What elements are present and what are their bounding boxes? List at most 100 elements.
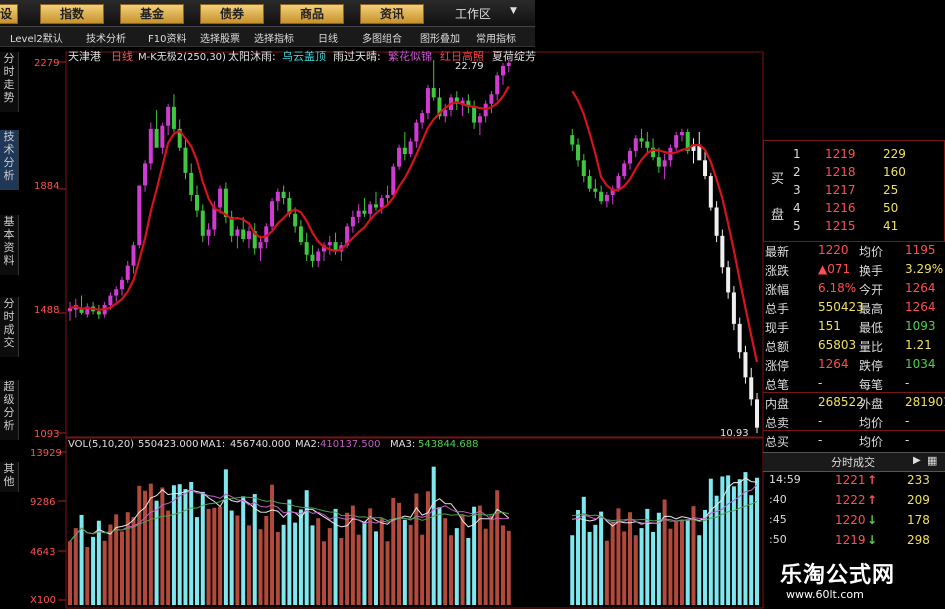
book-level: 4 xyxy=(793,201,801,215)
legend-item-2: 乌云盖顶 xyxy=(282,49,326,63)
volume-bar xyxy=(703,509,708,605)
volume-bar xyxy=(391,497,396,605)
stat-label: 总买 xyxy=(765,435,790,449)
candle-body xyxy=(241,229,246,239)
volume-ma2-label: MA2: xyxy=(295,439,320,450)
volume-bar xyxy=(454,528,459,605)
candle-body xyxy=(616,176,621,189)
candle-body xyxy=(443,110,448,117)
trades-grid-icon[interactable]: ▦ xyxy=(927,454,937,467)
trades-header: 分时成交 ▶ ▦ xyxy=(763,452,945,472)
volume-bar xyxy=(708,478,713,605)
volume-bar xyxy=(73,528,78,605)
volume-bar xyxy=(85,547,90,605)
volume-bar xyxy=(506,530,511,605)
volume-bar xyxy=(67,541,73,605)
volume-bar xyxy=(258,529,263,605)
volume-bar xyxy=(183,489,188,605)
candle-body xyxy=(431,87,436,98)
stat-value-2: - xyxy=(905,414,910,428)
candle-body xyxy=(587,176,592,189)
volume-bar xyxy=(362,521,367,605)
stat-value: - xyxy=(818,376,823,390)
volume-ma2-value: 410137.500 xyxy=(320,439,380,450)
volume-bar xyxy=(310,525,315,605)
stat-label-2: 均价 xyxy=(859,245,884,259)
volume-bar xyxy=(137,485,142,605)
volume-bar xyxy=(270,484,275,605)
candle-body xyxy=(281,191,286,199)
candle-body xyxy=(96,311,101,315)
volume-bar xyxy=(483,528,488,605)
order-book-row: 4 1216 50 xyxy=(763,200,945,217)
volume-bar xyxy=(166,510,171,605)
volume-bar xyxy=(731,486,736,605)
legend-item-4: 繁花似锦 xyxy=(388,49,432,63)
candle-body xyxy=(131,245,136,266)
volume-bar xyxy=(437,507,442,605)
volume-bar xyxy=(460,514,465,605)
stat-value-2: 1.21 xyxy=(905,338,932,352)
stat-value-2: - xyxy=(905,376,910,390)
volume-bar xyxy=(368,508,373,605)
volume-bar xyxy=(754,477,760,605)
volume-bar xyxy=(125,512,130,605)
volume-bar xyxy=(327,528,332,605)
book-qty: 50 xyxy=(883,201,899,215)
legend-indicator: M-K无极2(250,30) xyxy=(138,50,226,63)
candle-body xyxy=(114,289,119,296)
stat-label-2: 最高 xyxy=(859,302,884,316)
book-qty: 41 xyxy=(883,219,899,233)
volume-bar xyxy=(466,537,471,605)
volume-ytick-2: 4643 xyxy=(30,547,55,558)
price-ytick-0: 2279 xyxy=(34,58,59,69)
order-book-row: 2 1218 160 xyxy=(763,164,945,181)
book-level: 1 xyxy=(793,147,801,161)
candle-body xyxy=(743,352,748,378)
candle-body xyxy=(737,323,742,353)
volume-bar xyxy=(206,508,211,605)
volume-bar xyxy=(674,521,679,605)
volume-bar xyxy=(593,524,598,605)
candle-body xyxy=(373,204,378,208)
candle-body xyxy=(143,163,148,186)
candle-body xyxy=(576,144,581,161)
volume-bar xyxy=(599,511,604,605)
stat-value-2: 1093 xyxy=(905,319,936,333)
candle-body xyxy=(593,188,598,192)
candle-body xyxy=(425,87,430,114)
volume-bar xyxy=(119,531,124,605)
candle-body xyxy=(599,191,604,202)
volume-bar xyxy=(385,541,390,605)
volume-bar xyxy=(200,491,205,605)
volume-bar xyxy=(218,506,223,605)
candle-body xyxy=(270,201,275,227)
high-price-label: 22.79 xyxy=(455,61,484,72)
candle-body xyxy=(731,292,736,324)
volume-bar xyxy=(379,518,384,605)
volume-bar xyxy=(131,517,136,605)
stat-value-2: 3.29% xyxy=(905,262,944,276)
volume-ytick-3: X100 xyxy=(30,595,56,606)
trade-direction-icon: ↑ xyxy=(867,473,878,487)
trade-time: :50 xyxy=(769,533,787,546)
volume-bar xyxy=(495,490,500,605)
volume-bar xyxy=(373,531,378,605)
volume-bar xyxy=(651,531,656,605)
candle-body xyxy=(166,106,171,126)
trades-expand-icon[interactable]: ▶ xyxy=(913,455,921,466)
volume-bar xyxy=(604,540,609,605)
candle-body xyxy=(506,62,511,66)
volume-bar xyxy=(223,469,228,605)
trade-qty: 209 xyxy=(907,493,930,507)
book-level: 2 xyxy=(793,165,801,179)
stat-value: 6.18% xyxy=(818,281,857,295)
stat-value-2: 1264 xyxy=(905,300,936,314)
candle-body xyxy=(218,188,223,208)
trade-qty: 233 xyxy=(907,473,930,487)
trades-title[interactable]: 分时成交 xyxy=(831,454,875,470)
volume-bar xyxy=(212,507,217,605)
candle-body xyxy=(472,106,477,123)
stat-value: 550423 xyxy=(818,300,864,314)
stat-value: 1220 xyxy=(818,243,849,257)
